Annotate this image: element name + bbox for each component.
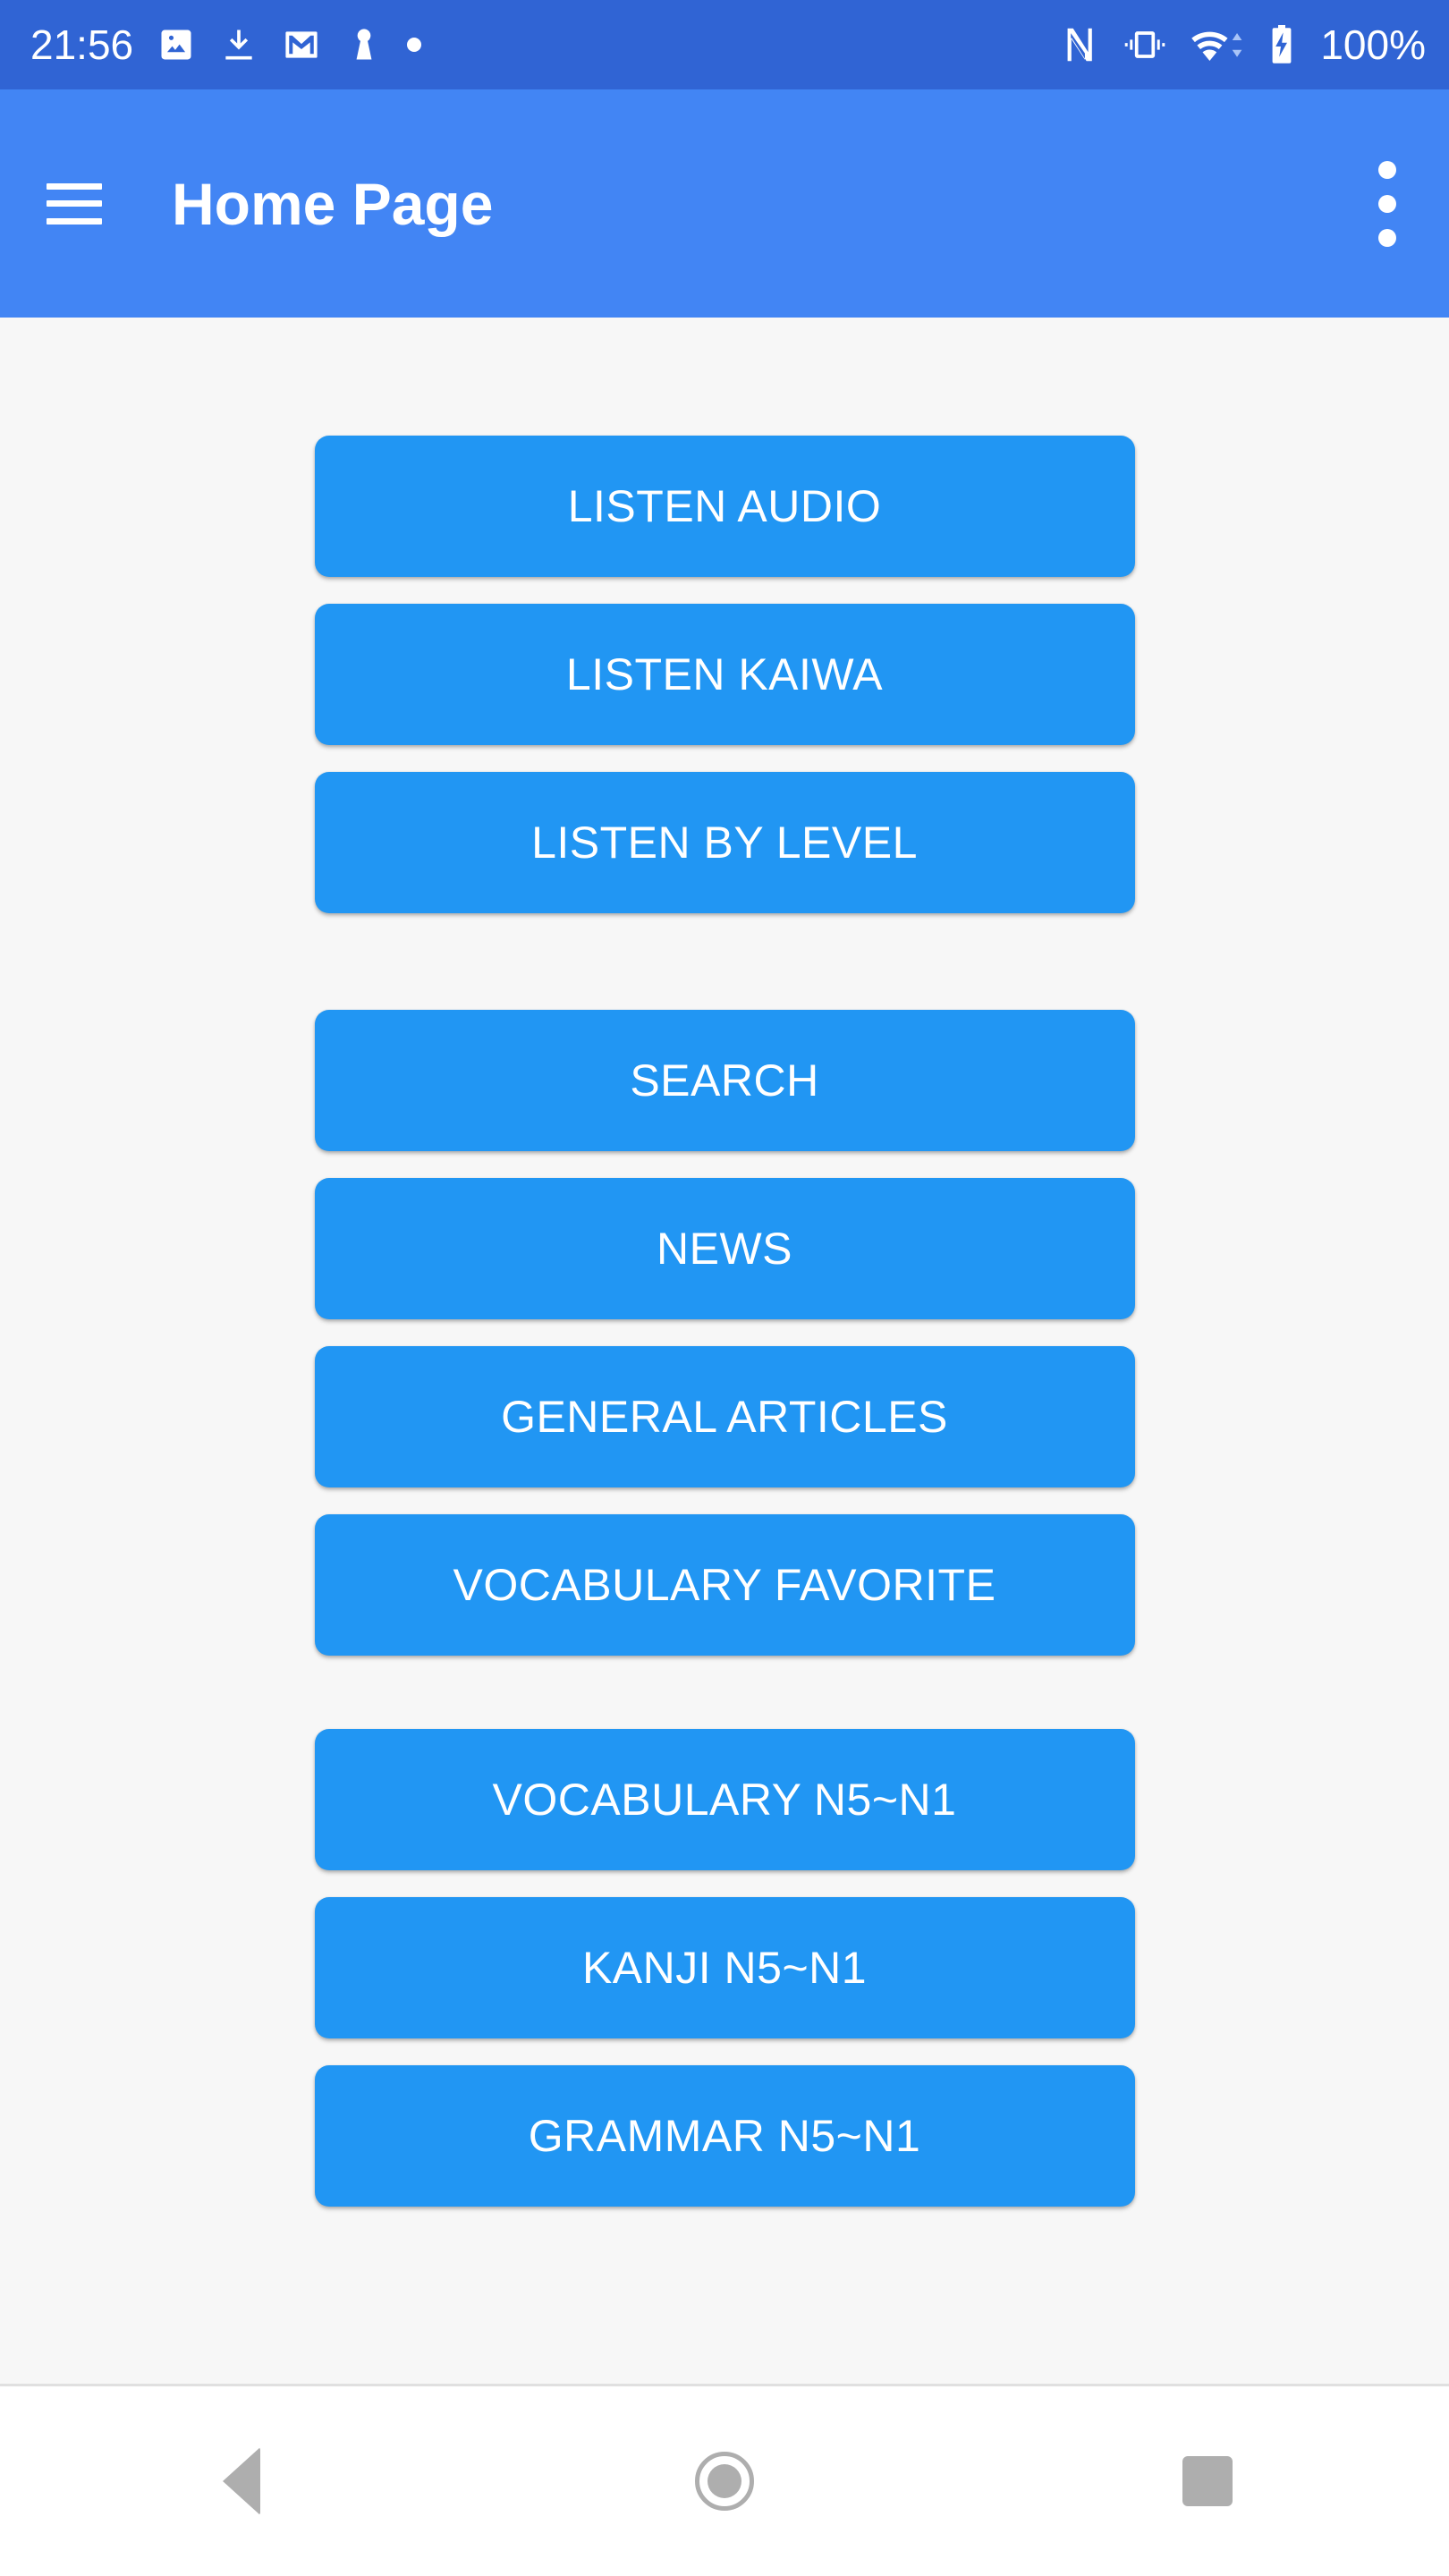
- vocabulary-favorite-button[interactable]: VOCABULARY FAVORITE: [314, 1514, 1135, 1656]
- gmail-icon: [282, 25, 321, 64]
- button-group-listen: LISTEN AUDIO LISTEN KAIWA LISTEN BY LEVE…: [0, 436, 1449, 913]
- status-clock: 21:56: [30, 21, 134, 68]
- group-spacer-1: [0, 913, 1449, 1010]
- vibrate-icon: [1122, 24, 1168, 65]
- battery-charging-icon: [1267, 23, 1297, 66]
- keyhole-icon: [344, 25, 384, 64]
- main-content: LISTEN AUDIO LISTEN KAIWA LISTEN BY LEVE…: [0, 318, 1449, 2384]
- battery-percentage-label: 100%: [1320, 21, 1426, 68]
- search-button[interactable]: SEARCH: [314, 1010, 1135, 1151]
- nav-recents-button[interactable]: [1118, 2423, 1297, 2539]
- kanji-levels-button[interactable]: KANJI N5~N1: [314, 1897, 1135, 2038]
- app-bar: Home Page: [0, 89, 1449, 318]
- listen-audio-button[interactable]: LISTEN AUDIO: [314, 436, 1135, 577]
- nav-back-button[interactable]: [152, 2423, 331, 2539]
- group-spacer-2: [0, 1656, 1449, 1729]
- home-circle-icon: [695, 2452, 754, 2511]
- phone-screen: 21:56 100% Home Page LISTEN AUDIO LISTEN…: [0, 0, 1449, 2576]
- button-group-content: SEARCH NEWS GENERAL ARTICLES VOCABULARY …: [0, 1010, 1449, 1656]
- nfc-icon: [1059, 24, 1100, 65]
- status-bar: 21:56 100%: [0, 0, 1449, 89]
- listen-by-level-button[interactable]: LISTEN BY LEVEL: [314, 772, 1135, 913]
- download-icon: [219, 25, 258, 64]
- overflow-menu-icon[interactable]: [1374, 151, 1401, 257]
- general-articles-button[interactable]: GENERAL ARTICLES: [314, 1346, 1135, 1487]
- button-group-study: VOCABULARY N5~N1 KANJI N5~N1 GRAMMAR N5~…: [0, 1729, 1449, 2207]
- photo-icon: [157, 25, 196, 64]
- status-bar-right: 100%: [1059, 23, 1426, 66]
- hamburger-menu-icon[interactable]: [47, 182, 102, 225]
- dot-indicator-icon: [407, 38, 422, 52]
- news-button[interactable]: NEWS: [314, 1178, 1135, 1319]
- recents-square-icon: [1182, 2456, 1233, 2506]
- listen-kaiwa-button[interactable]: LISTEN KAIWA: [314, 604, 1135, 745]
- nav-home-button[interactable]: [635, 2423, 814, 2539]
- status-bar-left: 21:56: [30, 21, 422, 68]
- system-navigation-bar: [0, 2384, 1449, 2576]
- back-triangle-icon: [223, 2447, 260, 2515]
- grammar-levels-button[interactable]: GRAMMAR N5~N1: [314, 2065, 1135, 2207]
- page-title: Home Page: [172, 170, 494, 237]
- wifi-icon: [1190, 24, 1245, 65]
- vocabulary-levels-button[interactable]: VOCABULARY N5~N1: [314, 1729, 1135, 1870]
